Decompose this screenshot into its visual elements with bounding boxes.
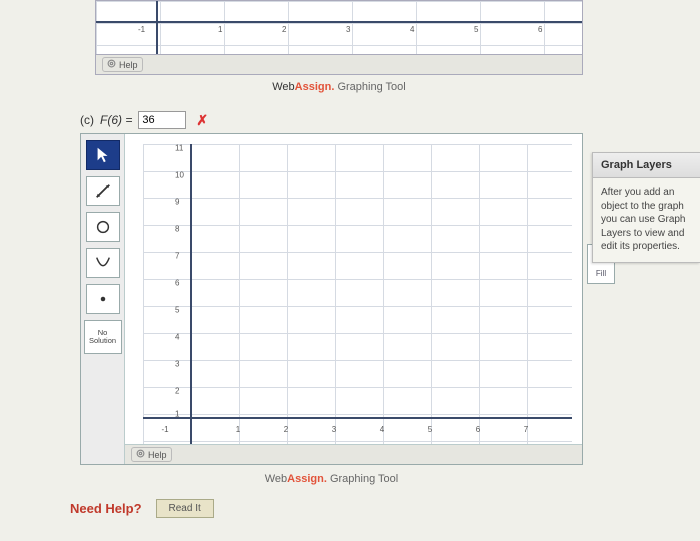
xtick: 4 — [380, 425, 384, 434]
xtick: -1 — [161, 425, 168, 434]
read-it-button[interactable]: Read It — [156, 499, 214, 518]
ytick: 6 — [175, 279, 179, 288]
xtick: 3 — [332, 425, 336, 434]
graph-layers-title: Graph Layers — [593, 153, 700, 178]
top-graph-footer: Help — [95, 55, 583, 75]
ytick: 2 — [175, 387, 179, 396]
ytick: 11 — [175, 144, 183, 153]
need-help-row: Need Help? Read It — [70, 499, 690, 518]
ytick: 5 — [175, 306, 179, 315]
ytick: 8 — [175, 225, 179, 234]
top-xtick: 6 — [538, 25, 542, 34]
help-button-top[interactable]: Help — [102, 57, 143, 72]
top-xtick: 1 — [218, 25, 222, 34]
ytick: 7 — [175, 252, 179, 261]
top-xtick: 5 — [474, 25, 478, 34]
tool-pointer[interactable] — [86, 140, 120, 170]
ytick: 4 — [175, 333, 179, 342]
xtick: 6 — [476, 425, 480, 434]
question-row: (c) F(6) = ✗ — [80, 111, 690, 129]
top-xtick: 3 — [346, 25, 350, 34]
lifebuoy-icon — [136, 449, 145, 460]
webassign-caption-top: WebAssign. Graphing Tool — [95, 75, 583, 111]
tool-palette: No Solution — [81, 134, 125, 464]
tool-parabola[interactable] — [86, 248, 120, 278]
function-label: F(6) = — [100, 113, 132, 127]
ytick: 10 — [175, 171, 184, 180]
answer-input[interactable] — [138, 111, 186, 129]
need-help-label: Need Help? — [70, 501, 142, 516]
help-button-plot[interactable]: Help — [131, 447, 172, 462]
tool-point[interactable] — [86, 284, 120, 314]
tool-no-solution[interactable]: No Solution — [84, 320, 122, 354]
fill-label: Fill — [596, 269, 606, 278]
top-mini-graph: -1 1 2 3 4 5 6 — [95, 0, 583, 55]
top-xtick: 4 — [410, 25, 414, 34]
xtick: 7 — [524, 425, 528, 434]
plot-area[interactable]: 11 10 9 8 7 6 5 4 3 2 1 -1 1 2 3 4 5 6 7 — [125, 134, 582, 464]
top-xtick: 2 — [282, 25, 286, 34]
lifebuoy-icon — [107, 59, 116, 70]
plot-footer: Help — [125, 444, 582, 464]
graph-layers-panel: Graph Layers After you add an object to … — [592, 152, 700, 263]
tool-circle[interactable] — [86, 212, 120, 242]
wrong-icon: ✗ — [196, 112, 208, 129]
webassign-caption-main: WebAssign. Graphing Tool — [80, 465, 583, 499]
help-label: Help — [148, 450, 167, 460]
top-xtick: -1 — [138, 25, 145, 34]
tool-line[interactable] — [86, 176, 120, 206]
graphing-tool: No Solution 11 10 9 8 7 6 5 4 3 2 1 -1 1… — [80, 133, 583, 465]
ytick: 3 — [175, 360, 179, 369]
graph-layers-body: After you add an object to the graph you… — [593, 178, 700, 262]
ytick: 1 — [175, 410, 179, 419]
part-label: (c) — [80, 113, 94, 127]
help-label: Help — [119, 60, 138, 70]
ytick: 9 — [175, 198, 179, 207]
xtick: 2 — [284, 425, 288, 434]
xtick: 1 — [236, 425, 240, 434]
xtick: 5 — [428, 425, 432, 434]
